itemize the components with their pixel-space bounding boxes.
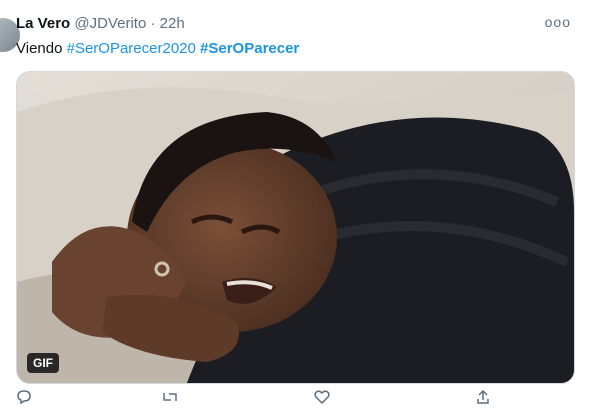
reply-icon[interactable] (16, 390, 32, 407)
handle[interactable]: @JDVerito (74, 15, 146, 32)
hashtag-link[interactable]: #SerOParecer (200, 40, 299, 57)
like-icon[interactable] (314, 390, 330, 407)
tweet-text: Viendo #SerOParecer2020 #SerOParecer (16, 39, 299, 59)
gif-image (17, 72, 574, 383)
share-icon[interactable] (476, 389, 490, 407)
more-options-icon[interactable]: ooo (545, 14, 571, 30)
retweet-icon[interactable] (161, 390, 179, 407)
tweet-actions (16, 389, 573, 410)
tweet-text-prefix: Viendo (16, 40, 67, 57)
tweet-header: La Vero @JDVerito · 22h (16, 14, 185, 34)
display-name[interactable]: La Vero (16, 15, 70, 32)
time-separator: · (150, 15, 156, 32)
hashtag-link[interactable]: #SerOParecer2020 (67, 40, 196, 57)
timestamp[interactable]: 22h (160, 15, 185, 32)
gif-media[interactable]: GIF (16, 71, 575, 384)
gif-badge: GIF (27, 353, 59, 373)
